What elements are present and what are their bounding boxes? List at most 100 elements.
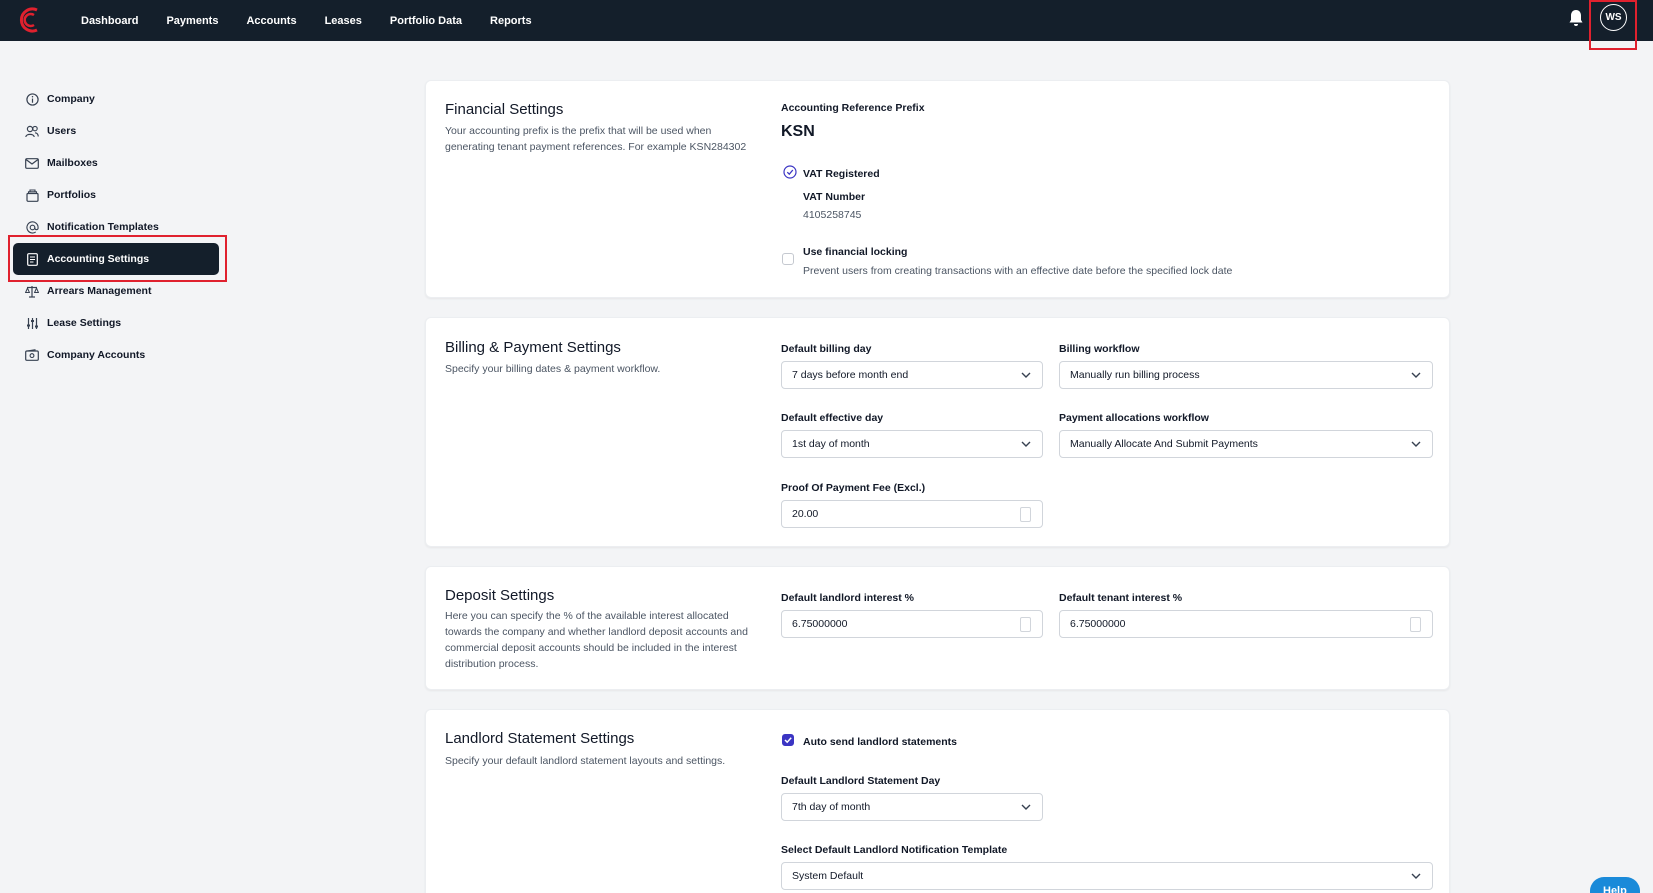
financial-locking-label: Use financial locking [803, 246, 908, 258]
select-value: System Default [792, 870, 864, 882]
sidebar-item-label: Company Accounts [47, 349, 146, 361]
spinner-icon[interactable] [1410, 617, 1421, 632]
pop-fee-input[interactable]: 20.00 [781, 500, 1043, 528]
sidebar-item-arrears-management[interactable]: Arrears Management [13, 275, 219, 307]
landlord-interest-input[interactable]: 6.75000000 [781, 610, 1043, 638]
settings-sidebar: Company Users Mailboxes Portfolios Notif… [13, 83, 219, 371]
nav-reports[interactable]: Reports [490, 15, 532, 27]
auto-send-checkbox[interactable] [782, 734, 794, 746]
nav-leases[interactable]: Leases [325, 15, 362, 27]
tenant-interest-input[interactable]: 6.75000000 [1059, 610, 1433, 638]
input-value: 20.00 [792, 508, 819, 520]
deposit-settings-card: Deposit Settings Here you can specify th… [425, 566, 1450, 690]
sidebar-item-label: Lease Settings [47, 317, 122, 329]
billing-payment-settings-card: Billing & Payment Settings Specify your … [425, 317, 1450, 547]
info-circle-icon [25, 92, 39, 106]
select-value: Manually run billing process [1070, 369, 1200, 381]
billing-day-select[interactable]: 7 days before month end [781, 361, 1043, 389]
spinner-icon[interactable] [1020, 507, 1031, 522]
company-logo-icon[interactable] [17, 5, 43, 35]
sidebar-item-label: Company [47, 93, 95, 105]
chevron-down-icon [1021, 441, 1031, 447]
sidebar-item-company-accounts[interactable]: Company Accounts [13, 339, 219, 371]
section-description: Specify your default landlord statement … [445, 755, 726, 767]
section-title: Landlord Statement Settings [445, 730, 635, 747]
select-value: 1st day of month [792, 438, 870, 450]
sidebar-item-label: Arrears Management [47, 285, 152, 297]
sidebar-item-lease-settings[interactable]: Lease Settings [13, 307, 219, 339]
notification-template-select[interactable]: System Default [781, 862, 1433, 890]
effective-day-select[interactable]: 1st day of month [781, 430, 1043, 458]
bell-icon[interactable] [1568, 9, 1584, 27]
user-avatar[interactable]: WS [1600, 4, 1627, 31]
section-title: Deposit Settings [445, 587, 555, 604]
vat-number-label: VAT Number [803, 191, 866, 203]
document-icon [25, 252, 39, 266]
effective-day-label: Default effective day [781, 412, 884, 424]
nav-dashboard[interactable]: Dashboard [81, 15, 138, 27]
statement-day-label: Default Landlord Statement Day [781, 775, 941, 787]
sidebar-item-company[interactable]: Company [13, 83, 219, 115]
section-description: Specify your billing dates & payment wor… [445, 363, 661, 375]
financial-locking-checkbox[interactable] [782, 253, 794, 265]
financial-locking-description: Prevent users from creating transactions… [803, 265, 1233, 277]
sidebar-item-accounting-settings[interactable]: Accounting Settings [13, 243, 219, 275]
chevron-down-icon [1411, 441, 1421, 447]
financial-settings-card: Financial Settings Your accounting prefi… [425, 80, 1450, 298]
users-icon [25, 124, 39, 138]
nav-payments[interactable]: Payments [166, 15, 218, 27]
pop-fee-label: Proof Of Payment Fee (Excl.) [781, 482, 926, 494]
auto-send-label: Auto send landlord statements [803, 736, 958, 748]
section-title: Financial Settings [445, 101, 564, 118]
spinner-icon[interactable] [1020, 617, 1031, 632]
section-description: Here you can specify the % of the availa… [445, 610, 748, 670]
sidebar-item-label: Portfolios [47, 189, 96, 201]
sidebar-item-portfolios[interactable]: Portfolios [13, 179, 219, 211]
vat-registered-label: VAT Registered [803, 168, 880, 180]
section-description: Your accounting prefix is the prefix tha… [445, 125, 747, 153]
sidebar-item-label: Accounting Settings [47, 253, 150, 265]
sidebar-item-label: Mailboxes [47, 157, 98, 169]
prefix-label: Accounting Reference Prefix [781, 102, 925, 114]
at-sign-icon [25, 220, 39, 234]
chevron-down-icon [1411, 372, 1421, 378]
check-circle-icon [783, 165, 797, 179]
allocation-workflow-label: Payment allocations workflow [1059, 412, 1209, 424]
mail-icon [25, 156, 39, 170]
billing-workflow-select[interactable]: Manually run billing process [1059, 361, 1433, 389]
notification-template-label: Select Default Landlord Notification Tem… [781, 844, 1008, 856]
wallet-icon [25, 348, 39, 362]
billing-workflow-label: Billing workflow [1059, 343, 1140, 355]
sliders-icon [25, 316, 39, 330]
scale-icon [25, 284, 39, 298]
help-button[interactable]: Help [1590, 877, 1640, 893]
prefix-value: KSN [781, 123, 815, 140]
chevron-down-icon [1021, 372, 1031, 378]
sidebar-item-users[interactable]: Users [13, 115, 219, 147]
billing-day-label: Default billing day [781, 343, 872, 355]
main-nav: Dashboard Payments Accounts Leases Portf… [81, 0, 560, 41]
sidebar-item-label: Notification Templates [47, 221, 159, 233]
input-value: 6.75000000 [792, 618, 848, 630]
nav-portfolio-data[interactable]: Portfolio Data [390, 15, 462, 27]
select-value: 7 days before month end [792, 369, 909, 381]
nav-accounts[interactable]: Accounts [246, 15, 296, 27]
tenant-interest-label: Default tenant interest % [1059, 592, 1183, 604]
portfolio-icon [25, 188, 39, 202]
chevron-down-icon [1021, 804, 1031, 810]
landlord-interest-label: Default landlord interest % [781, 592, 915, 604]
input-value: 6.75000000 [1070, 618, 1126, 630]
select-value: Manually Allocate And Submit Payments [1070, 438, 1258, 450]
sidebar-item-label: Users [47, 125, 77, 137]
allocation-workflow-select[interactable]: Manually Allocate And Submit Payments [1059, 430, 1433, 458]
checkmark-icon [784, 737, 792, 744]
chevron-down-icon [1411, 873, 1421, 879]
sidebar-item-notification-templates[interactable]: Notification Templates [13, 211, 219, 243]
section-title: Billing & Payment Settings [445, 339, 621, 356]
statement-day-select[interactable]: 7th day of month [781, 793, 1043, 821]
vat-number-value: 4105258745 [803, 209, 862, 221]
select-value: 7th day of month [792, 801, 871, 813]
landlord-statement-settings-card: Landlord Statement Settings Specify your… [425, 709, 1450, 893]
top-navbar: Dashboard Payments Accounts Leases Portf… [0, 0, 1653, 41]
sidebar-item-mailboxes[interactable]: Mailboxes [13, 147, 219, 179]
